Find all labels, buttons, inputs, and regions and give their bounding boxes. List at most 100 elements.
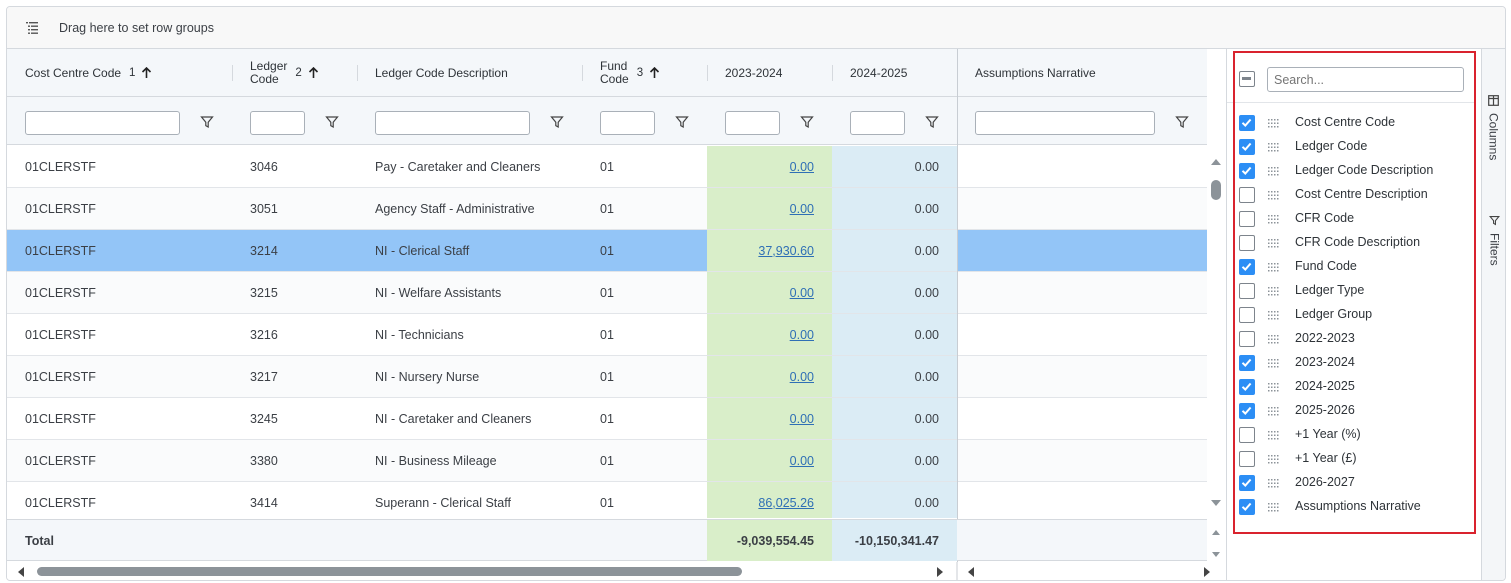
total-scrollbar[interactable] bbox=[1207, 519, 1225, 561]
cell-fund-code[interactable]: 01 bbox=[582, 188, 707, 229]
column-list-item[interactable]: Ledger Code bbox=[1227, 135, 1475, 159]
column-list-item[interactable]: Ledger Group bbox=[1227, 303, 1475, 327]
cell-ledger-code[interactable]: 3214 bbox=[232, 230, 357, 271]
tab-filters[interactable]: Filters bbox=[1482, 215, 1505, 275]
filter-icon[interactable] bbox=[925, 115, 939, 129]
drag-handle-icon[interactable] bbox=[1267, 429, 1279, 441]
cell-assumptions-narrative[interactable] bbox=[957, 314, 1207, 355]
cell-2023-2024[interactable]: 0.00 bbox=[707, 314, 832, 355]
table-row[interactable]: 01CLERSTF 3414 Superann - Clerical Staff 01… bbox=[7, 482, 1207, 518]
drag-handle-icon[interactable] bbox=[1267, 309, 1279, 321]
table-row[interactable]: 01CLERSTF 3217 NI - Nursery Nurse 01 0.00 0.0… bbox=[7, 356, 1207, 398]
column-list-item[interactable]: 2023-2024 bbox=[1227, 351, 1475, 375]
column-list-item[interactable]: 2022-2023 bbox=[1227, 327, 1475, 351]
cell-assumptions-narrative[interactable] bbox=[957, 188, 1207, 229]
cell-fund-code[interactable]: 01 bbox=[582, 440, 707, 481]
drag-handle-icon[interactable] bbox=[1267, 477, 1279, 489]
cell-2023-2024[interactable]: 0.00 bbox=[707, 398, 832, 439]
cell-2023-2024[interactable]: 0.00 bbox=[707, 146, 832, 187]
column-list-item[interactable]: Ledger Code Description bbox=[1227, 159, 1475, 183]
drag-handle-icon[interactable] bbox=[1267, 141, 1279, 153]
cell-link[interactable]: 0.00 bbox=[790, 328, 814, 342]
column-visibility-checkbox[interactable] bbox=[1239, 331, 1255, 347]
cell-ledger-code[interactable]: 3245 bbox=[232, 398, 357, 439]
column-list-item[interactable]: Assumptions Narrative bbox=[1227, 495, 1475, 519]
header-2024-2025[interactable]: 2024-2025 bbox=[832, 49, 957, 97]
cell-2024-2025[interactable]: 0.00 bbox=[832, 314, 957, 355]
cell-ledger-code[interactable]: 3380 bbox=[232, 440, 357, 481]
column-visibility-checkbox[interactable] bbox=[1239, 235, 1255, 251]
filter-icon[interactable] bbox=[325, 115, 339, 129]
header-2023-2024[interactable]: 2023-2024 bbox=[707, 49, 832, 97]
filter-input-cost-centre-code[interactable] bbox=[25, 111, 180, 135]
cell-2023-2024[interactable]: 86,025.26 bbox=[707, 482, 832, 518]
filter-icon[interactable] bbox=[675, 115, 689, 129]
vertical-scrollbar[interactable] bbox=[1207, 146, 1225, 518]
filter-icon[interactable] bbox=[550, 115, 564, 129]
drag-handle-icon[interactable] bbox=[1267, 237, 1279, 249]
drag-handle-icon[interactable] bbox=[1267, 501, 1279, 513]
cell-link[interactable]: 0.00 bbox=[790, 370, 814, 384]
cell-fund-code[interactable]: 01 bbox=[582, 398, 707, 439]
cell-cost-centre-code[interactable]: 01CLERSTF bbox=[7, 272, 232, 313]
drag-handle-icon[interactable] bbox=[1267, 117, 1279, 129]
drag-handle-icon[interactable] bbox=[1267, 165, 1279, 177]
column-visibility-checkbox[interactable] bbox=[1239, 451, 1255, 467]
cell-cost-centre-code[interactable]: 01CLERSTF bbox=[7, 440, 232, 481]
horizontal-scrollbar[interactable] bbox=[7, 562, 1225, 580]
cell-fund-code[interactable]: 01 bbox=[582, 356, 707, 397]
tab-columns[interactable]: Columns bbox=[1482, 95, 1505, 187]
cell-ledger-code-description[interactable]: Superann - Clerical Staff bbox=[357, 482, 582, 518]
drag-handle-icon[interactable] bbox=[1267, 213, 1279, 225]
header-cost-centre-code[interactable]: Cost Centre Code 1 bbox=[7, 49, 232, 97]
cell-2024-2025[interactable]: 0.00 bbox=[832, 272, 957, 313]
column-visibility-checkbox[interactable] bbox=[1239, 379, 1255, 395]
filter-input-2023-2024[interactable] bbox=[725, 111, 780, 135]
cell-ledger-code[interactable]: 3414 bbox=[232, 482, 357, 518]
column-visibility-checkbox[interactable] bbox=[1239, 259, 1255, 275]
column-visibility-checkbox[interactable] bbox=[1239, 427, 1255, 443]
cell-assumptions-narrative[interactable] bbox=[957, 482, 1207, 518]
column-visibility-checkbox[interactable] bbox=[1239, 115, 1255, 131]
column-list-item[interactable]: 2024-2025 bbox=[1227, 375, 1475, 399]
cell-ledger-code[interactable]: 3051 bbox=[232, 188, 357, 229]
column-list-item[interactable]: Cost Centre Code bbox=[1227, 111, 1475, 135]
header-ledger-code[interactable]: Ledger Code 2 bbox=[232, 49, 357, 97]
table-row[interactable]: 01CLERSTF 3214 NI - Clerical Staff 01 37,930… bbox=[7, 230, 1207, 272]
cell-link[interactable]: 0.00 bbox=[790, 202, 814, 216]
cell-cost-centre-code[interactable]: 01CLERSTF bbox=[7, 230, 232, 271]
column-list-item[interactable]: +1 Year (£) bbox=[1227, 447, 1475, 471]
cell-fund-code[interactable]: 01 bbox=[582, 230, 707, 271]
cell-link[interactable]: 86,025.26 bbox=[758, 496, 814, 510]
filter-input-assumptions-narrative[interactable] bbox=[975, 111, 1155, 135]
column-visibility-checkbox[interactable] bbox=[1239, 187, 1255, 203]
cell-assumptions-narrative[interactable] bbox=[957, 356, 1207, 397]
drag-handle-icon[interactable] bbox=[1267, 285, 1279, 297]
column-list-item[interactable]: Fund Code bbox=[1227, 255, 1475, 279]
column-list-item[interactable]: Cost Centre Description bbox=[1227, 183, 1475, 207]
drag-handle-icon[interactable] bbox=[1267, 381, 1279, 393]
table-row[interactable]: 01CLERSTF 3046 Pay - Caretaker and Cleaner… bbox=[7, 146, 1207, 188]
cell-2024-2025[interactable]: 0.00 bbox=[832, 398, 957, 439]
cell-ledger-code[interactable]: 3215 bbox=[232, 272, 357, 313]
cell-cost-centre-code[interactable]: 01CLERSTF bbox=[7, 482, 232, 518]
drag-handle-icon[interactable] bbox=[1267, 333, 1279, 345]
filter-input-ledger-code[interactable] bbox=[250, 111, 305, 135]
column-visibility-checkbox[interactable] bbox=[1239, 475, 1255, 491]
cell-2023-2024[interactable]: 0.00 bbox=[707, 272, 832, 313]
cell-assumptions-narrative[interactable] bbox=[957, 440, 1207, 481]
cell-2023-2024[interactable]: 0.00 bbox=[707, 356, 832, 397]
column-visibility-checkbox[interactable] bbox=[1239, 499, 1255, 515]
column-list-item[interactable]: CFR Code Description bbox=[1227, 231, 1475, 255]
header-fund-code[interactable]: Fund Code 3 bbox=[582, 49, 707, 97]
filter-icon[interactable] bbox=[800, 115, 814, 129]
column-visibility-checkbox[interactable] bbox=[1239, 283, 1255, 299]
table-row[interactable]: 01CLERSTF 3216 NI - Technicians 01 0.00 0.00 bbox=[7, 314, 1207, 356]
cell-fund-code[interactable]: 01 bbox=[582, 482, 707, 518]
cell-ledger-code-description[interactable]: Pay - Caretaker and Cleaners bbox=[357, 146, 582, 187]
row-group-drop-zone[interactable]: Drag here to set row groups bbox=[7, 7, 1505, 49]
column-visibility-checkbox[interactable] bbox=[1239, 163, 1255, 179]
cell-assumptions-narrative[interactable] bbox=[957, 398, 1207, 439]
cell-ledger-code-description[interactable]: NI - Business Mileage bbox=[357, 440, 582, 481]
cell-assumptions-narrative[interactable] bbox=[957, 146, 1207, 187]
